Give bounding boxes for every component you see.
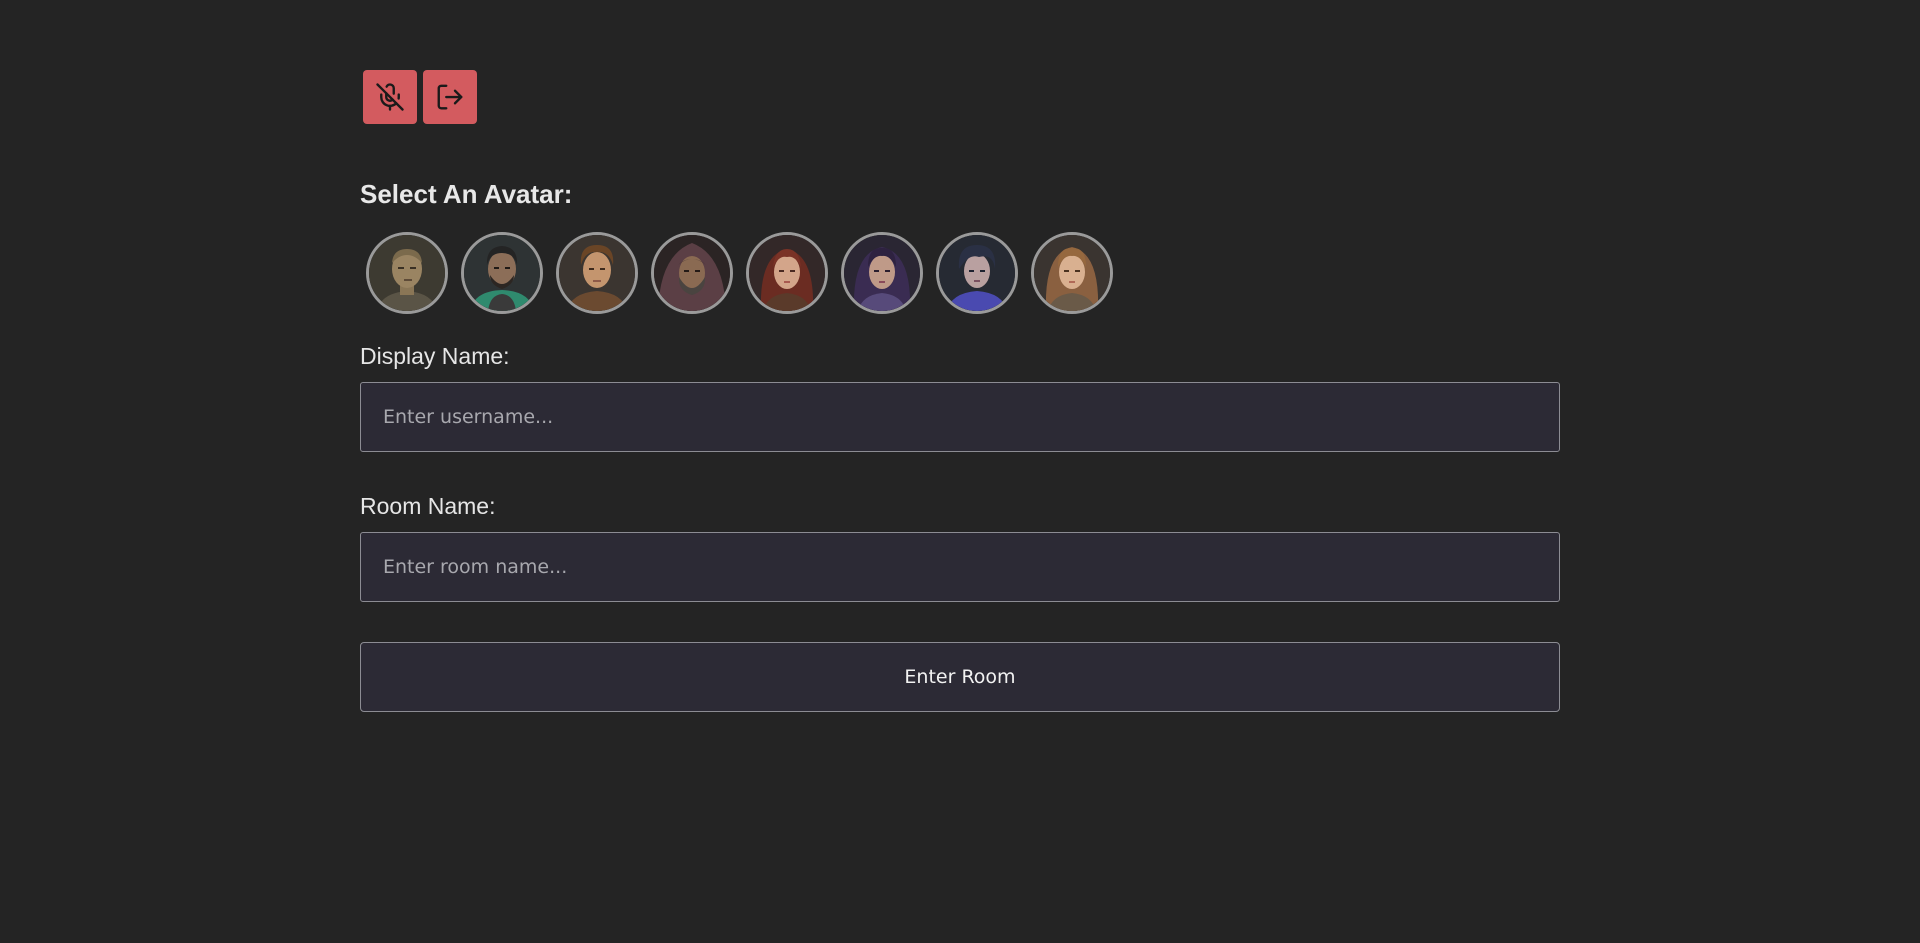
join-room-panel: Select An Avatar: Display Name: Enter us… bbox=[360, 70, 1560, 712]
avatar-option[interactable] bbox=[461, 232, 543, 314]
mute-microphone-button[interactable] bbox=[363, 70, 417, 124]
avatar-option[interactable] bbox=[1031, 232, 1113, 314]
avatar-picker bbox=[366, 232, 1560, 314]
avatar-option[interactable] bbox=[556, 232, 638, 314]
avatar-option[interactable] bbox=[366, 232, 448, 314]
avatar-option[interactable] bbox=[651, 232, 733, 314]
log-out-icon bbox=[435, 82, 465, 112]
avatar-option[interactable] bbox=[746, 232, 828, 314]
mic-off-icon bbox=[375, 82, 405, 112]
display-name-input[interactable] bbox=[360, 382, 1560, 452]
avatar-option[interactable] bbox=[936, 232, 1018, 314]
enter-room-button[interactable]: Enter Room bbox=[360, 642, 1560, 712]
room-name-input[interactable] bbox=[360, 532, 1560, 602]
room-name-label: Room Name: bbox=[360, 493, 496, 519]
leave-room-button[interactable] bbox=[423, 70, 477, 124]
display-name-label: Display Name: bbox=[360, 343, 510, 369]
toolbar bbox=[363, 70, 1560, 124]
avatar-option[interactable] bbox=[841, 232, 923, 314]
avatar-section-title: Select An Avatar: bbox=[360, 179, 573, 209]
